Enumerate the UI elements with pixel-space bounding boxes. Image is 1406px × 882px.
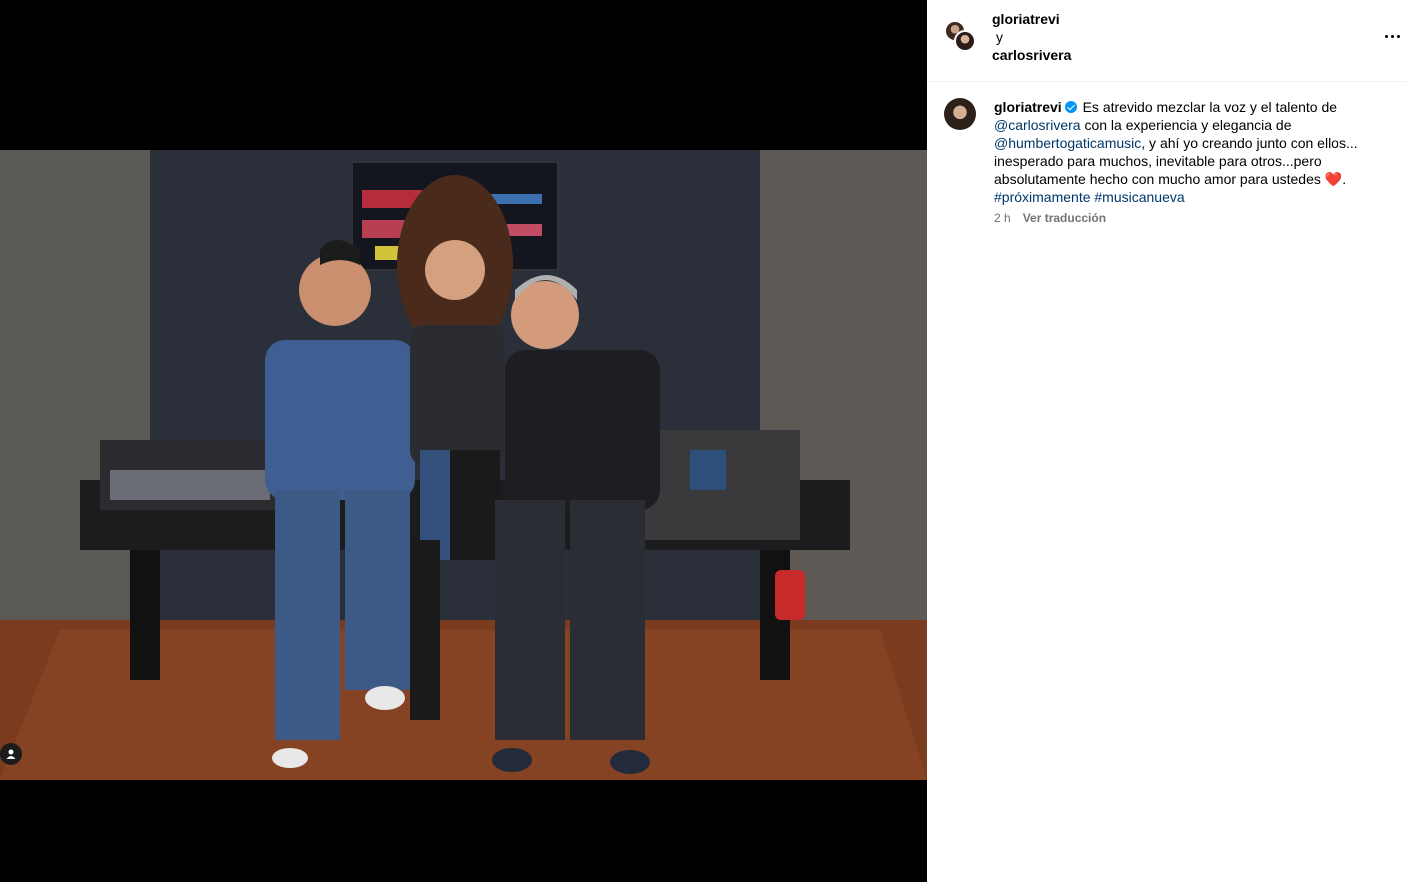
post-header: gloriatrevi y carlosrivera xyxy=(927,0,1406,82)
media-panel xyxy=(0,0,927,882)
user-tag-icon[interactable] xyxy=(0,743,22,765)
verified-badge-icon xyxy=(1064,101,1077,113)
caption-text: gloriatrevi Es atrevido mezclar la voz y… xyxy=(994,98,1389,206)
collab-authors: gloriatrevi y carlosrivera xyxy=(992,10,1071,64)
user-silhouette xyxy=(6,749,16,759)
caption-block: gloriatrevi Es atrevido mezclar la voz y… xyxy=(927,82,1406,226)
avatar xyxy=(954,30,976,52)
collab-avatars[interactable] xyxy=(944,20,978,54)
hashtag-link[interactable]: #musicanueva xyxy=(1094,189,1184,205)
more-options-icon[interactable] xyxy=(1378,24,1406,48)
author-username[interactable]: carlosrivera xyxy=(992,46,1071,64)
post-layout: gloriatrevi y carlosrivera gloriatrevi E… xyxy=(0,0,1406,882)
post-timestamp[interactable]: 2 h xyxy=(994,210,1011,226)
post-photo[interactable] xyxy=(0,150,927,780)
caption-segment: Es atrevido mezclar la voz y el talento … xyxy=(1082,99,1338,115)
author-username[interactable]: gloriatrevi xyxy=(992,10,1071,28)
avatar[interactable] xyxy=(944,98,976,130)
caption-author[interactable]: gloriatrevi xyxy=(994,99,1062,115)
mention-link[interactable]: @humbertogaticamusic xyxy=(994,135,1141,151)
translate-button[interactable]: Ver traducción xyxy=(1023,210,1106,226)
heart-emoji: ❤️ xyxy=(1324,171,1343,187)
mention-link[interactable]: @carlosrivera xyxy=(994,117,1081,133)
author-connector: y xyxy=(996,29,1003,45)
caption-meta: 2 h Ver traducción xyxy=(994,210,1406,226)
caption-segment: . xyxy=(1342,171,1347,187)
caption-segment: con la experiencia y elegancia de xyxy=(1084,117,1292,133)
hashtag-link[interactable]: #próximamente xyxy=(994,189,1091,205)
post-side-panel: gloriatrevi y carlosrivera gloriatrevi E… xyxy=(927,0,1406,882)
photo-illustration xyxy=(0,150,927,780)
